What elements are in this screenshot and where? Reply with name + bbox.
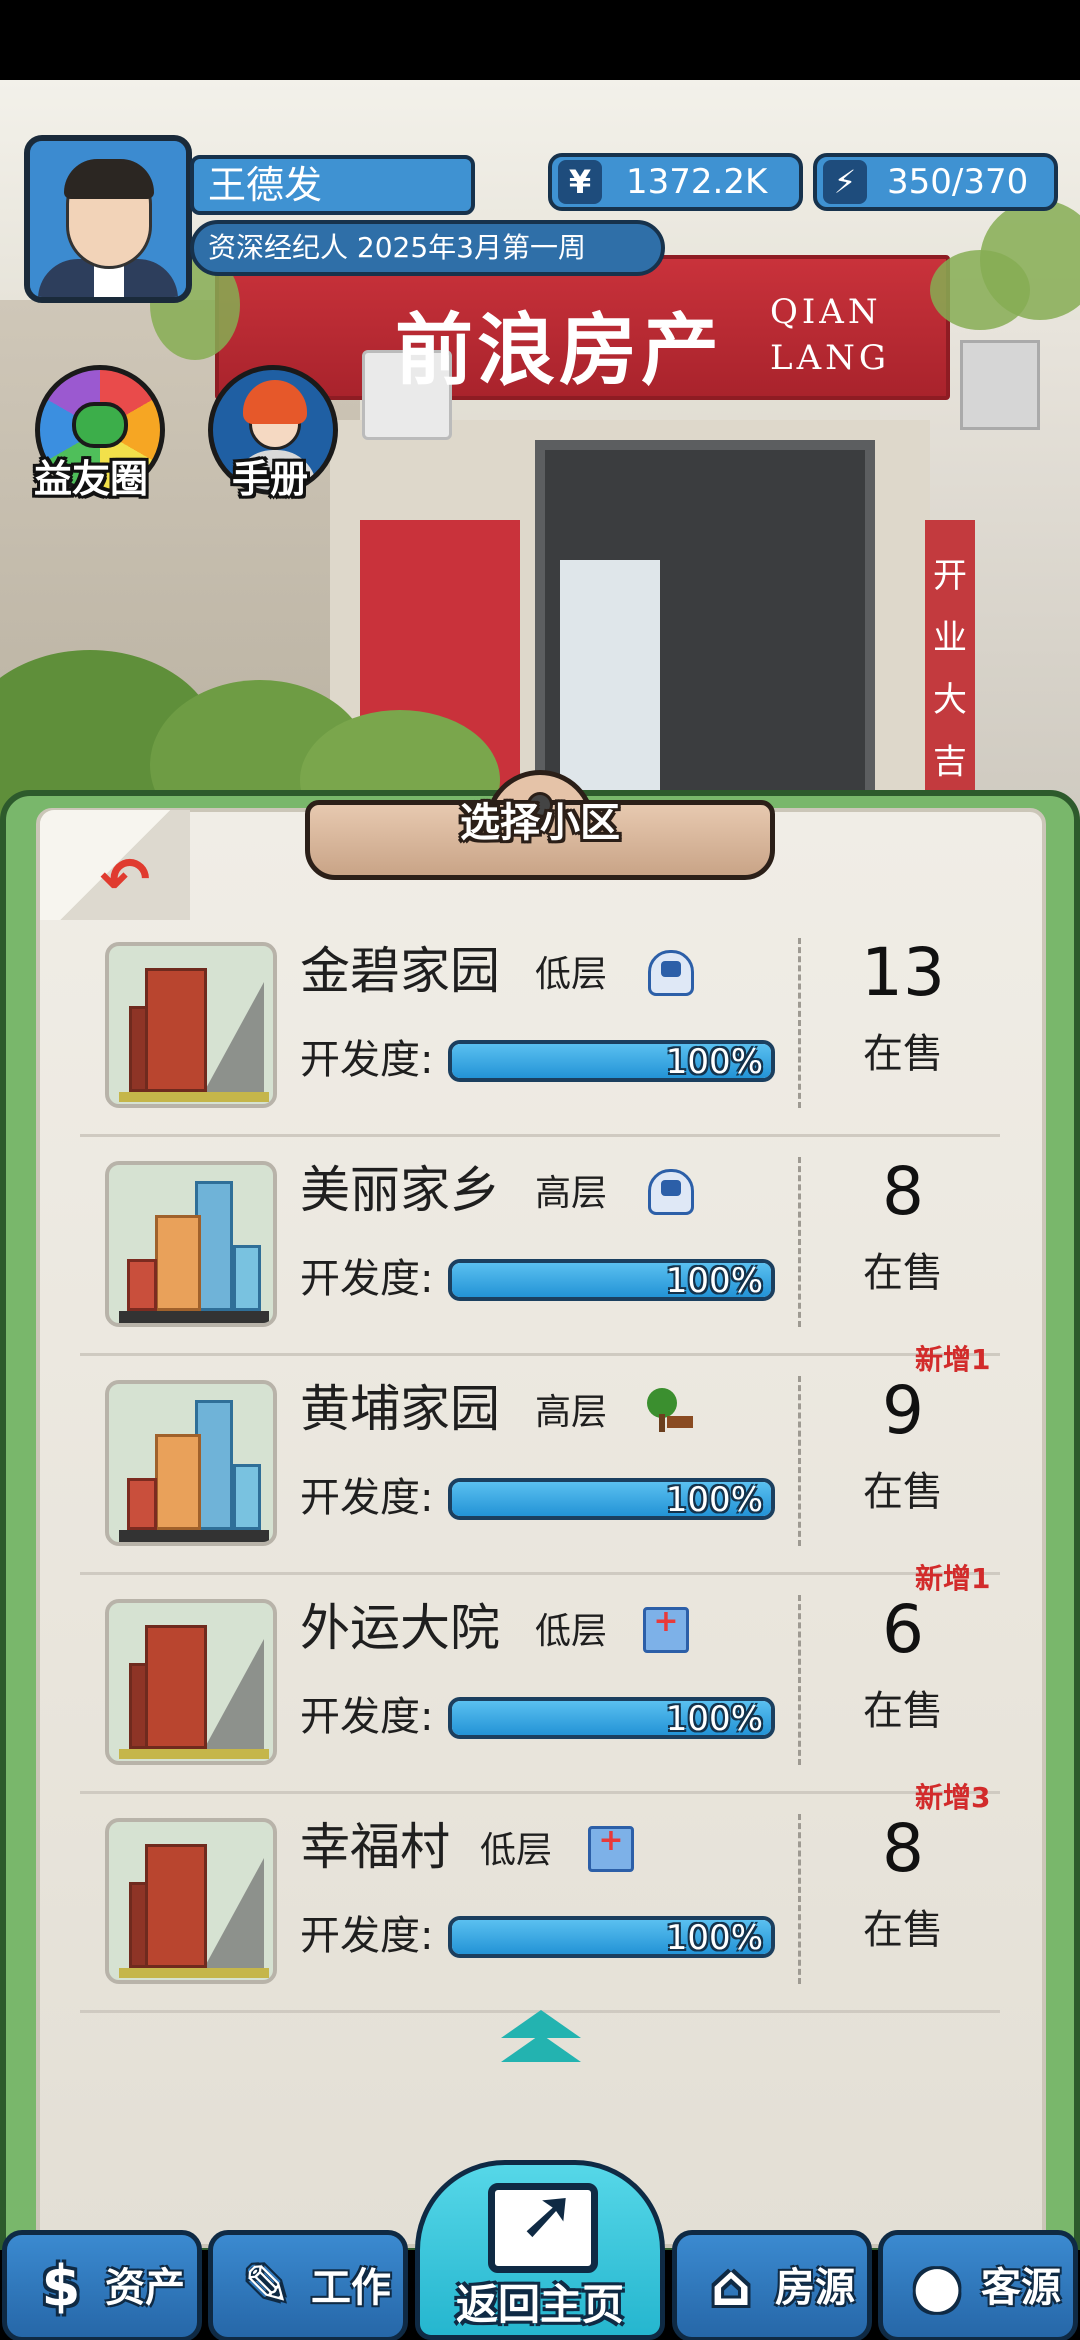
development-progress: 100%: [448, 1478, 775, 1520]
building-type: 低层: [480, 1830, 553, 1871]
couplet-text: 开业大吉: [933, 556, 967, 782]
list-item[interactable]: 黄埔家园 高层 开发度: 100% 新增1 9 在售: [80, 1343, 1000, 1575]
chat-bubble-icon: [72, 402, 128, 448]
high-rise-building-thumbnail: [105, 1380, 277, 1546]
store-sign-chinese: 前浪房产: [395, 306, 724, 396]
door-window: [560, 560, 660, 800]
development-percent: 100%: [665, 1918, 763, 1958]
development-percent: 100%: [665, 1699, 763, 1739]
hospital-icon: [643, 1604, 689, 1653]
building-type: 高层: [535, 1173, 608, 1214]
development-progress: 100%: [448, 1040, 775, 1082]
status-bar: [0, 0, 1080, 80]
nav-work-label: 工作: [311, 2265, 391, 2311]
list-item[interactable]: 美丽家乡 高层 开发度: 100% 8 在售: [80, 1137, 1000, 1356]
low-rise-building-thumbnail: [105, 1599, 277, 1765]
building-type: 低层: [535, 1611, 608, 1652]
development-label: 开发度:: [300, 1913, 434, 1959]
development-label: 开发度:: [300, 1475, 434, 1521]
park-tree-icon: [645, 1388, 693, 1434]
divider: [798, 938, 801, 1108]
energy-value: 350/370: [887, 162, 1029, 202]
divider: [798, 1157, 801, 1327]
nav-work-button[interactable]: ✎ 工作: [208, 2230, 408, 2340]
air-conditioner-icon: [960, 340, 1040, 430]
low-rise-building-thumbnail: [105, 942, 277, 1108]
nav-home-button[interactable]: ➚ 返回主页: [415, 2160, 665, 2340]
bottom-nav: $ 资产 ✎ 工作 ➚ 返回主页 ⌂ 房源 ● 客源: [0, 2160, 1080, 2340]
for-sale-label: 在售: [863, 1031, 943, 1077]
nav-clients-label: 客源: [981, 2265, 1061, 2311]
building-type: 高层: [535, 1392, 608, 1433]
community-list: 金碧家园 低层 开发度: 100% 13 在售 美丽家乡 高层 开发度: 100…: [80, 918, 1000, 2013]
nav-assets-label: 资产: [105, 2265, 185, 2311]
nav-assets-button[interactable]: $ 资产: [2, 2230, 202, 2340]
edit-document-icon: ✎: [243, 2254, 291, 2319]
friends-circle-label: 益友圈: [34, 457, 149, 501]
for-sale-count: 8: [882, 1153, 924, 1230]
for-sale-label: 在售: [863, 1250, 943, 1296]
divider: [798, 1595, 801, 1765]
money-counter[interactable]: ¥ 1372.2K: [548, 153, 803, 211]
development-percent: 100%: [665, 1261, 763, 1301]
community-name: 黄埔家园: [300, 1380, 500, 1438]
community-name: 金碧家园: [300, 942, 500, 1000]
back-arrow-icon[interactable]: ↶: [100, 850, 150, 910]
scroll-up-chevron-icon[interactable]: [495, 2010, 585, 2070]
development-percent: 100%: [665, 1480, 763, 1520]
nav-clients-button[interactable]: ● 客源: [878, 2230, 1078, 2340]
divider: [798, 1814, 801, 1984]
dollar-document-icon: $: [41, 2254, 81, 2319]
for-sale-count: 13: [861, 934, 945, 1011]
store-sign-en-line2: LANG: [770, 338, 891, 378]
manual-label: 手册: [232, 457, 309, 501]
for-sale-label: 在售: [863, 1688, 943, 1734]
player-name: 王德发: [190, 155, 475, 215]
for-sale-count: 9: [882, 1372, 924, 1449]
low-rise-building-thumbnail: [105, 1818, 277, 1984]
building-type: 低层: [535, 954, 608, 995]
nav-home-label: 返回主页: [455, 2280, 624, 2329]
development-progress: 100%: [448, 1259, 775, 1301]
for-sale-count: 6: [882, 1591, 924, 1668]
development-label: 开发度:: [300, 1037, 434, 1083]
person-icon: ●: [912, 2254, 962, 2319]
list-item[interactable]: 金碧家园 低层 开发度: 100% 13 在售: [80, 918, 1000, 1137]
for-sale-label: 在售: [863, 1469, 943, 1515]
development-progress: 100%: [448, 1697, 775, 1739]
yuan-icon: ¥: [558, 160, 602, 204]
high-rise-building-thumbnail: [105, 1161, 277, 1327]
community-name: 幸福村: [300, 1818, 450, 1876]
return-arrow-icon: ➚: [518, 2173, 577, 2255]
for-sale-label: 在售: [863, 1907, 943, 1953]
nav-listings-button[interactable]: ⌂ 房源: [672, 2230, 872, 2340]
for-sale-count: 8: [882, 1810, 924, 1887]
development-progress: 100%: [448, 1916, 775, 1958]
community-name: 外运大院: [300, 1599, 500, 1657]
divider: [798, 1376, 801, 1546]
development-label: 开发度:: [300, 1694, 434, 1740]
nav-listings-label: 房源: [775, 2265, 855, 2311]
player-avatar[interactable]: [24, 135, 192, 303]
metro-icon: [648, 1169, 694, 1215]
lightning-icon: ⚡: [823, 160, 867, 204]
house-icon: ⌂: [710, 2254, 752, 2319]
vine-foliage: [930, 250, 1030, 330]
hospital-icon: [588, 1823, 634, 1872]
list-item[interactable]: 外运大院 低层 开发度: 100% 新增1 6 在售: [80, 1562, 1000, 1794]
money-value: 1372.2K: [626, 162, 768, 202]
energy-counter[interactable]: ⚡ 350/370: [813, 153, 1058, 211]
community-name: 美丽家乡: [300, 1161, 500, 1219]
development-percent: 100%: [665, 1042, 763, 1082]
development-label: 开发度:: [300, 1256, 434, 1302]
panel-title: 选择小区: [460, 800, 620, 846]
store-sign-en-line1: QIAN: [770, 292, 882, 332]
player-rank-date: 资深经纪人 2025年3月第一周: [190, 220, 665, 276]
metro-icon: [648, 950, 694, 996]
list-item[interactable]: 幸福村 低层 开发度: 100% 新增3 8 在售: [80, 1781, 1000, 2013]
